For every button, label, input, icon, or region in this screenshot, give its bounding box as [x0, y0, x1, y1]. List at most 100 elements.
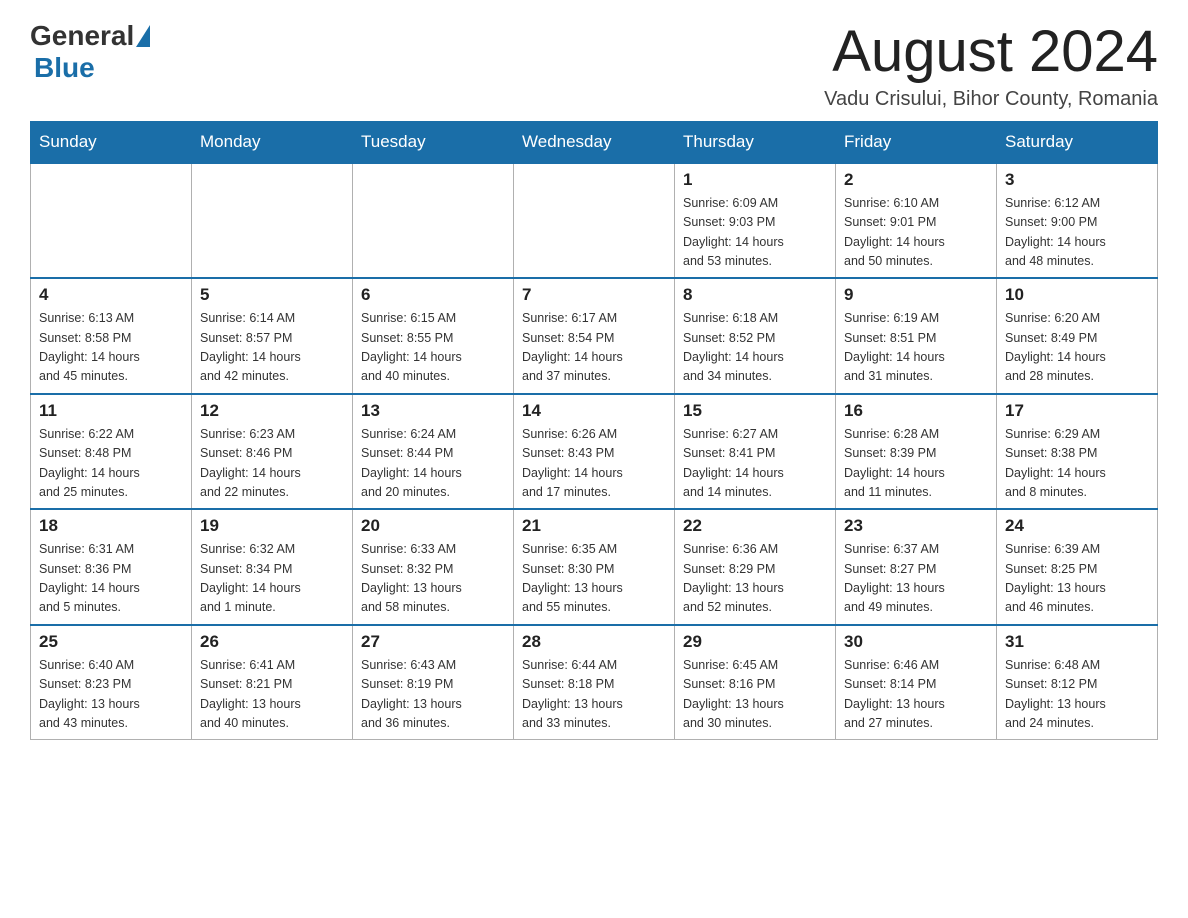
- day-info: Sunrise: 6:28 AM Sunset: 8:39 PM Dayligh…: [844, 425, 988, 503]
- day-number: 3: [1005, 170, 1149, 190]
- calendar-header-monday: Monday: [192, 121, 353, 163]
- day-info: Sunrise: 6:20 AM Sunset: 8:49 PM Dayligh…: [1005, 309, 1149, 387]
- calendar-cell: 15Sunrise: 6:27 AM Sunset: 8:41 PM Dayli…: [675, 394, 836, 510]
- calendar-cell: 1 Sunrise: 6:09 AM Sunset: 9:03 PM Daylig…: [675, 163, 836, 279]
- day-number: 23: [844, 516, 988, 536]
- day-info: Sunrise: 6:41 AM Sunset: 8:21 PM Dayligh…: [200, 656, 344, 734]
- day-number: 20: [361, 516, 505, 536]
- calendar-cell: [514, 163, 675, 279]
- day-number: 31: [1005, 632, 1149, 652]
- calendar-cell: 23 Sunrise: 6:37 AM Sunset: 8:27 PM Dayli…: [836, 509, 997, 625]
- calendar-header-sunday: Sunday: [31, 121, 192, 163]
- calendar-cell: 25 Sunrise: 6:40 AM Sunset: 8:23 PM Dayli…: [31, 625, 192, 740]
- calendar-cell: 18 Sunrise: 6:31 AM Sunset: 8:36 PM Dayli…: [31, 509, 192, 625]
- day-number: 15: [683, 401, 827, 421]
- month-title: August 2024: [824, 20, 1158, 84]
- calendar-cell: 4 Sunrise: 6:13 AM Sunset: 8:58 PM Daylig…: [31, 278, 192, 394]
- calendar-table: SundayMondayTuesdayWednesdayThursdayFrid…: [30, 121, 1158, 741]
- day-number: 4: [39, 285, 183, 305]
- day-number: 18: [39, 516, 183, 536]
- calendar-cell: 5 Sunrise: 6:14 AM Sunset: 8:57 PM Daylig…: [192, 278, 353, 394]
- calendar-cell: 13 Sunrise: 6:24 AM Sunset: 8:44 PM Dayli…: [353, 394, 514, 510]
- day-number: 1: [683, 170, 827, 190]
- calendar-cell: 6Sunrise: 6:15 AM Sunset: 8:55 PM Daylig…: [353, 278, 514, 394]
- day-info: Sunrise: 6:44 AM Sunset: 8:18 PM Dayligh…: [522, 656, 666, 734]
- day-number: 25: [39, 632, 183, 652]
- day-number: 13: [361, 401, 505, 421]
- day-info: Sunrise: 6:18 AM Sunset: 8:52 PM Dayligh…: [683, 309, 827, 387]
- day-info: Sunrise: 6:26 AM Sunset: 8:43 PM Dayligh…: [522, 425, 666, 503]
- calendar-cell: 28 Sunrise: 6:44 AM Sunset: 8:18 PM Dayli…: [514, 625, 675, 740]
- calendar-header-tuesday: Tuesday: [353, 121, 514, 163]
- day-info: Sunrise: 6:35 AM Sunset: 8:30 PM Dayligh…: [522, 540, 666, 618]
- day-number: 21: [522, 516, 666, 536]
- day-info: Sunrise: 6:48 AM Sunset: 8:12 PM Dayligh…: [1005, 656, 1149, 734]
- day-number: 5: [200, 285, 344, 305]
- calendar-cell: 29 Sunrise: 6:45 AM Sunset: 8:16 PM Dayli…: [675, 625, 836, 740]
- day-info: Sunrise: 6:36 AM Sunset: 8:29 PM Dayligh…: [683, 540, 827, 618]
- day-info: Sunrise: 6:39 AM Sunset: 8:25 PM Dayligh…: [1005, 540, 1149, 618]
- calendar-week-row: 1 Sunrise: 6:09 AM Sunset: 9:03 PM Daylig…: [31, 163, 1158, 279]
- calendar-cell: 21 Sunrise: 6:35 AM Sunset: 8:30 PM Dayli…: [514, 509, 675, 625]
- day-info: Sunrise: 6:46 AM Sunset: 8:14 PM Dayligh…: [844, 656, 988, 734]
- day-info: Sunrise: 6:37 AM Sunset: 8:27 PM Dayligh…: [844, 540, 988, 618]
- logo-text: General: [30, 20, 152, 52]
- day-info: Sunrise: 6:19 AM Sunset: 8:51 PM Dayligh…: [844, 309, 988, 387]
- day-info: Sunrise: 6:45 AM Sunset: 8:16 PM Dayligh…: [683, 656, 827, 734]
- day-info: Sunrise: 6:31 AM Sunset: 8:36 PM Dayligh…: [39, 540, 183, 618]
- day-info: Sunrise: 6:14 AM Sunset: 8:57 PM Dayligh…: [200, 309, 344, 387]
- calendar-cell: 24 Sunrise: 6:39 AM Sunset: 8:25 PM Dayli…: [997, 509, 1158, 625]
- calendar-week-row: 18 Sunrise: 6:31 AM Sunset: 8:36 PM Dayli…: [31, 509, 1158, 625]
- day-number: 22: [683, 516, 827, 536]
- day-number: 19: [200, 516, 344, 536]
- day-number: 7: [522, 285, 666, 305]
- calendar-cell: 31 Sunrise: 6:48 AM Sunset: 8:12 PM Dayli…: [997, 625, 1158, 740]
- calendar-week-row: 25 Sunrise: 6:40 AM Sunset: 8:23 PM Dayli…: [31, 625, 1158, 740]
- day-info: Sunrise: 6:12 AM Sunset: 9:00 PM Dayligh…: [1005, 194, 1149, 272]
- calendar-cell: 7 Sunrise: 6:17 AM Sunset: 8:54 PM Daylig…: [514, 278, 675, 394]
- day-info: Sunrise: 6:33 AM Sunset: 8:32 PM Dayligh…: [361, 540, 505, 618]
- calendar-week-row: 11Sunrise: 6:22 AM Sunset: 8:48 PM Dayli…: [31, 394, 1158, 510]
- day-number: 29: [683, 632, 827, 652]
- day-info: Sunrise: 6:09 AM Sunset: 9:03 PM Dayligh…: [683, 194, 827, 272]
- day-info: Sunrise: 6:43 AM Sunset: 8:19 PM Dayligh…: [361, 656, 505, 734]
- calendar-cell: [353, 163, 514, 279]
- day-info: Sunrise: 6:32 AM Sunset: 8:34 PM Dayligh…: [200, 540, 344, 618]
- day-number: 12: [200, 401, 344, 421]
- title-section: August 2024 Vadu Crisului, Bihor County,…: [824, 20, 1158, 111]
- day-info: Sunrise: 6:24 AM Sunset: 8:44 PM Dayligh…: [361, 425, 505, 503]
- calendar-header-thursday: Thursday: [675, 121, 836, 163]
- calendar-cell: [192, 163, 353, 279]
- location-text: Vadu Crisului, Bihor County, Romania: [824, 88, 1158, 111]
- calendar-cell: 8Sunrise: 6:18 AM Sunset: 8:52 PM Daylig…: [675, 278, 836, 394]
- calendar-cell: 9Sunrise: 6:19 AM Sunset: 8:51 PM Daylig…: [836, 278, 997, 394]
- calendar-header-row: SundayMondayTuesdayWednesdayThursdayFrid…: [31, 121, 1158, 163]
- day-number: 11: [39, 401, 183, 421]
- day-number: 16: [844, 401, 988, 421]
- calendar-header-friday: Friday: [836, 121, 997, 163]
- calendar-cell: 2 Sunrise: 6:10 AM Sunset: 9:01 PM Daylig…: [836, 163, 997, 279]
- day-info: Sunrise: 6:10 AM Sunset: 9:01 PM Dayligh…: [844, 194, 988, 272]
- day-info: Sunrise: 6:15 AM Sunset: 8:55 PM Dayligh…: [361, 309, 505, 387]
- calendar-cell: 3 Sunrise: 6:12 AM Sunset: 9:00 PM Daylig…: [997, 163, 1158, 279]
- calendar-cell: 26Sunrise: 6:41 AM Sunset: 8:21 PM Dayli…: [192, 625, 353, 740]
- calendar-cell: [31, 163, 192, 279]
- logo-triangle-icon: [136, 25, 150, 47]
- day-number: 24: [1005, 516, 1149, 536]
- calendar-cell: 11Sunrise: 6:22 AM Sunset: 8:48 PM Dayli…: [31, 394, 192, 510]
- day-number: 28: [522, 632, 666, 652]
- calendar-week-row: 4 Sunrise: 6:13 AM Sunset: 8:58 PM Daylig…: [31, 278, 1158, 394]
- day-number: 2: [844, 170, 988, 190]
- calendar-cell: 27 Sunrise: 6:43 AM Sunset: 8:19 PM Dayli…: [353, 625, 514, 740]
- calendar-header-saturday: Saturday: [997, 121, 1158, 163]
- calendar-cell: 16 Sunrise: 6:28 AM Sunset: 8:39 PM Dayli…: [836, 394, 997, 510]
- day-info: Sunrise: 6:40 AM Sunset: 8:23 PM Dayligh…: [39, 656, 183, 734]
- day-info: Sunrise: 6:17 AM Sunset: 8:54 PM Dayligh…: [522, 309, 666, 387]
- logo-general-text: General: [30, 20, 134, 52]
- day-number: 30: [844, 632, 988, 652]
- logo-blue-text: Blue: [34, 52, 95, 83]
- day-number: 27: [361, 632, 505, 652]
- day-info: Sunrise: 6:23 AM Sunset: 8:46 PM Dayligh…: [200, 425, 344, 503]
- calendar-cell: 22 Sunrise: 6:36 AM Sunset: 8:29 PM Dayli…: [675, 509, 836, 625]
- day-info: Sunrise: 6:13 AM Sunset: 8:58 PM Dayligh…: [39, 309, 183, 387]
